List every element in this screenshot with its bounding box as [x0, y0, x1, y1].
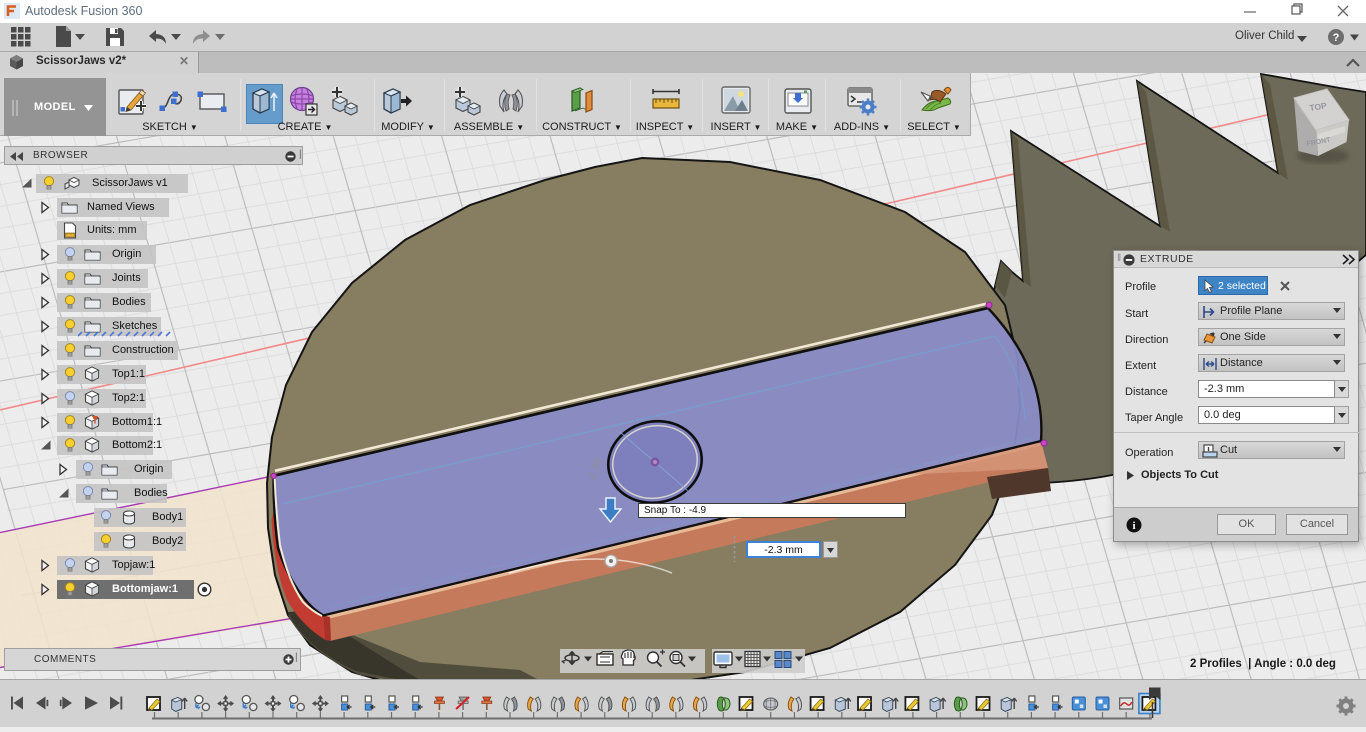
- svg-text:i: i: [1132, 520, 1135, 532]
- svg-text:2 Profiles | Angle : 0.0 deg: 2 Profiles | Angle : 0.0 deg: [1190, 658, 1336, 670]
- svg-text:?: ?: [1333, 32, 1340, 44]
